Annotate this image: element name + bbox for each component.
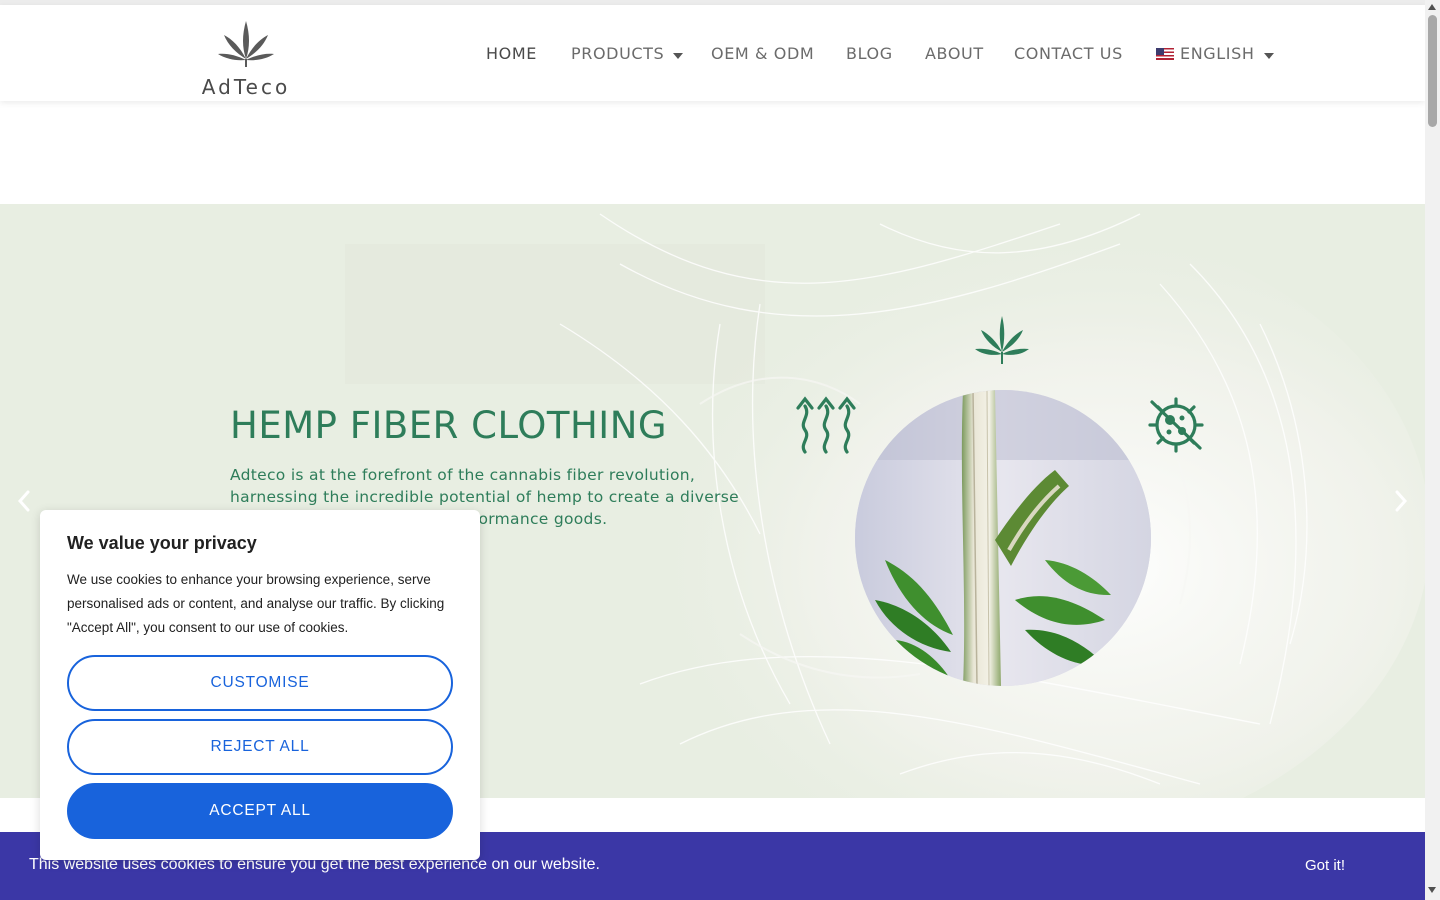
privacy-consent-dialog: We value your privacy We use cookies to … <box>40 510 480 860</box>
cannabis-leaf-icon <box>975 316 1029 364</box>
got-it-button[interactable]: Got it! <box>1305 857 1345 874</box>
logo-text: AdTeco <box>201 75 291 99</box>
nav-about[interactable]: ABOUT <box>925 44 984 63</box>
hero-title: HEMP FIBER CLOTHING <box>230 404 668 447</box>
scrollbar-thumb[interactable] <box>1428 15 1437 127</box>
reject-all-button[interactable]: REJECT ALL <box>67 719 453 775</box>
slider-next-arrow-icon[interactable] <box>1391 488 1411 514</box>
accept-all-button[interactable]: ACCEPT ALL <box>67 783 453 839</box>
nav-products-label: PRODUCTS <box>571 44 665 63</box>
site-header: AdTeco HOME PRODUCTS OEM & ODM BLOG ABOU… <box>0 5 1425 101</box>
slider-prev-arrow-icon[interactable] <box>14 488 34 514</box>
page: AdTeco HOME PRODUCTS OEM & ODM BLOG ABOU… <box>0 0 1425 900</box>
chevron-down-icon <box>1263 52 1274 59</box>
nav-contact[interactable]: CONTACT US <box>1014 44 1123 63</box>
nav-language[interactable]: ENGLISH <box>1156 44 1274 63</box>
customise-button[interactable]: CUSTOMISE <box>67 655 453 711</box>
us-flag-icon <box>1156 47 1174 60</box>
nav-language-label: ENGLISH <box>1180 44 1255 63</box>
nav-oem-odm[interactable]: OEM & ODM <box>711 44 814 63</box>
nav-products[interactable]: PRODUCTS <box>571 44 684 63</box>
breathable-arrows-icon <box>796 396 856 454</box>
hemp-stalk-illustration <box>855 390 1151 686</box>
logo[interactable]: AdTeco <box>196 17 296 99</box>
privacy-title: We value your privacy <box>67 533 257 553</box>
nav-home[interactable]: HOME <box>486 44 537 63</box>
privacy-description: We use cookies to enhance your browsing … <box>67 572 445 635</box>
antibacterial-icon <box>1148 397 1204 453</box>
chevron-down-icon <box>673 52 684 59</box>
hemp-stalk-image <box>855 390 1151 686</box>
scroll-up-arrow-icon[interactable] <box>1428 4 1436 10</box>
scroll-down-arrow-icon[interactable] <box>1428 887 1436 893</box>
cannabis-logo-icon <box>218 21 274 67</box>
vertical-scrollbar[interactable] <box>1425 0 1440 900</box>
nav-blog[interactable]: BLOG <box>846 44 893 63</box>
